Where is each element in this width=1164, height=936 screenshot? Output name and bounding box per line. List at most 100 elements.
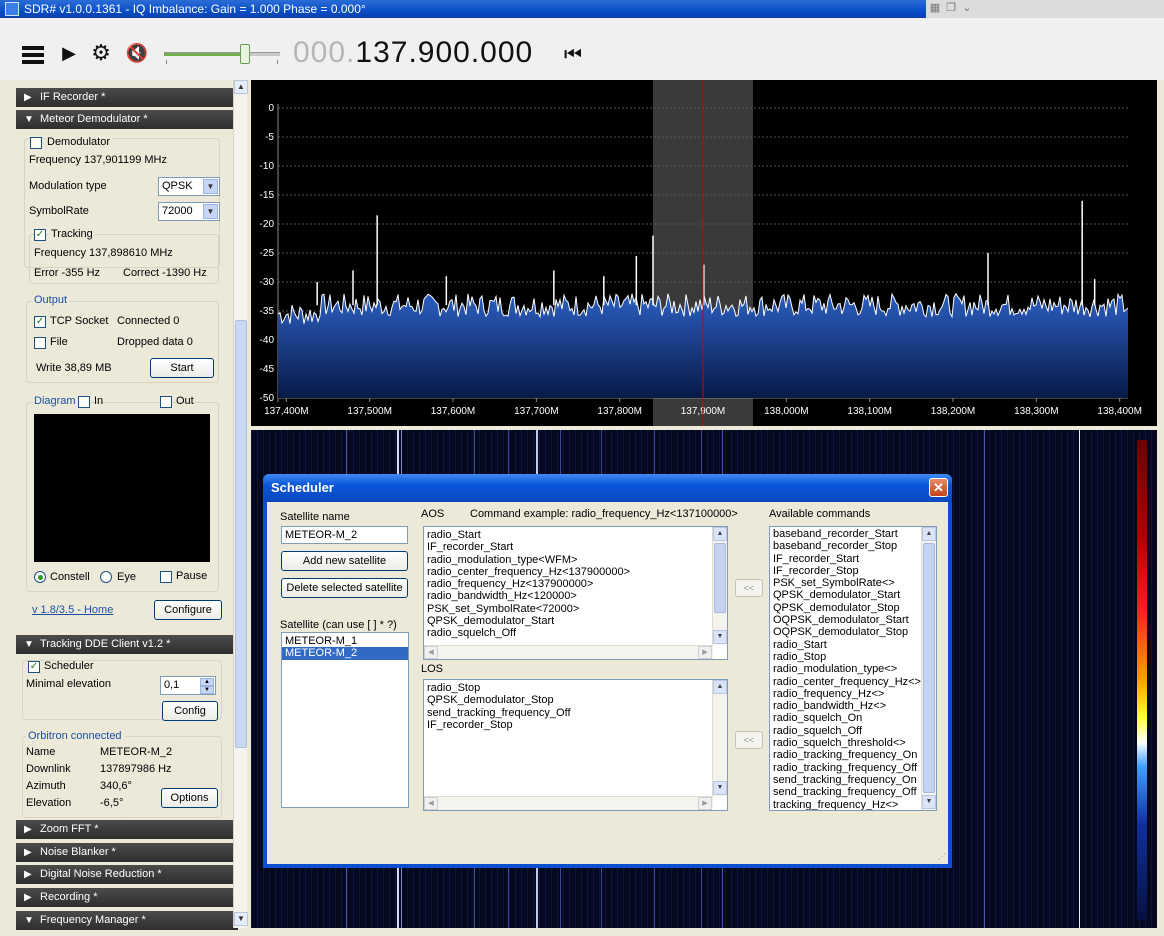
chevron-up-icon[interactable]: ▲ — [713, 680, 727, 694]
available-command-item[interactable]: send_tracking_frequency_Off — [770, 786, 936, 798]
available-command-item[interactable]: radio_bandwidth_Hz<> — [770, 700, 936, 712]
available-command-item[interactable]: OQPSK_demodulator_Stop — [770, 626, 936, 638]
section-recording[interactable]: ▶ Recording * — [16, 888, 238, 907]
chevron-up-icon[interactable]: ▲ — [200, 678, 214, 686]
los-command-item[interactable]: IF_recorder_Stop — [424, 719, 727, 731]
available-command-item[interactable]: radio_squelch_Off — [770, 725, 936, 737]
los-commands-list[interactable]: radio_Stop QPSK_demodulator_Stop send_trac… — [423, 679, 728, 811]
available-command-item[interactable]: radio_squelch_On — [770, 712, 936, 724]
mute-icon[interactable]: 🔇 — [124, 40, 150, 66]
modulation-type-select[interactable]: QPSK ▼ — [158, 177, 220, 196]
play-icon[interactable]: ▶ — [56, 40, 82, 66]
chevron-right-icon[interactable]: ▶ — [698, 797, 712, 810]
chevron-up-icon[interactable]: ▲ — [234, 80, 248, 94]
scrollbar-thumb[interactable] — [235, 320, 247, 748]
chevron-down-icon[interactable]: ▼ — [200, 686, 214, 694]
available-command-item[interactable]: PSK_set_SymbolRate<> — [770, 577, 936, 589]
los-command-item[interactable]: QPSK_demodulator_Stop — [424, 694, 727, 706]
add-to-aos-button[interactable]: << — [735, 579, 763, 597]
start-button[interactable]: Start — [150, 358, 214, 378]
chevron-left-icon[interactable]: ◀ — [424, 797, 438, 810]
available-command-item[interactable]: radio_tracking_frequency_On — [770, 749, 936, 761]
available-command-item[interactable]: QPSK_demodulator_Stop — [770, 602, 936, 614]
version-link[interactable]: v 1.8/3.5 - Home — [32, 604, 113, 616]
left-panel-scrollbar[interactable]: ▲ ▼ — [233, 80, 248, 928]
volume-slider-thumb[interactable] — [240, 44, 250, 64]
available-command-item[interactable]: radio_frequency_Hz<> — [770, 688, 936, 700]
section-frequency-manager[interactable]: ▼ Frequency Manager * — [16, 911, 238, 930]
constell-radio[interactable] — [34, 571, 46, 583]
aos-command-item[interactable]: radio_Start — [424, 529, 727, 541]
aos-hscroll[interactable]: ◀ ▶ — [424, 645, 713, 659]
section-zoom-fft[interactable]: ▶ Zoom FFT * — [16, 820, 238, 839]
available-command-item[interactable]: radio_squelch_threshold<> — [770, 737, 936, 749]
aos-command-item[interactable]: IF_recorder_Start — [424, 541, 727, 553]
add-satellite-button[interactable]: Add new satellite — [281, 551, 408, 571]
aos-command-item[interactable]: QPSK_demodulator_Start — [424, 615, 727, 627]
satellite-item[interactable]: METEOR-M_2 — [282, 647, 408, 660]
chevron-down-icon[interactable]: ▼ — [203, 204, 218, 219]
delete-satellite-button[interactable]: Delete selected satellite — [281, 578, 408, 598]
chevron-up-icon[interactable]: ▲ — [922, 527, 936, 541]
skip-icon[interactable]: ⏮ — [564, 44, 582, 67]
available-command-item[interactable]: baseband_recorder_Stop — [770, 540, 936, 552]
out-checkbox[interactable] — [160, 396, 172, 408]
available-command-item[interactable]: radio_Stop — [770, 651, 936, 663]
chevron-down-icon[interactable]: ⌄ — [960, 1, 974, 15]
section-meteor-demodulator[interactable]: ▼ Meteor Demodulator * — [16, 110, 238, 129]
available-command-item[interactable]: IF_recorder_Start — [770, 553, 936, 565]
chevron-down-icon[interactable]: ▼ — [713, 630, 727, 644]
chevron-down-icon[interactable]: ▼ — [713, 781, 727, 795]
aos-command-item[interactable]: PSK_set_SymbolRate<72000> — [424, 603, 727, 615]
gear-icon[interactable]: ⚙ — [88, 40, 114, 66]
minimal-elevation-input[interactable]: 0,1 ▲ ▼ — [160, 676, 216, 695]
los-vscroll[interactable]: ▲ ▼ — [712, 680, 727, 796]
chevron-down-icon[interactable]: ▼ — [203, 179, 218, 194]
available-command-item[interactable]: radio_modulation_type<> — [770, 663, 936, 675]
scheduler-checkbox[interactable]: ✓ — [28, 661, 40, 673]
available-command-item[interactable]: OQPSK_demodulator_Start — [770, 614, 936, 626]
los-command-item[interactable]: radio_Stop — [424, 682, 727, 694]
restore-icon[interactable]: ❐ — [944, 1, 958, 15]
frequency-display[interactable]: 000.137.900.000 — [293, 36, 533, 70]
aos-command-item[interactable]: radio_modulation_type<WFM> — [424, 554, 727, 566]
chevron-right-icon[interactable]: ▶ — [698, 646, 712, 659]
available-command-item[interactable]: radio_tracking_frequency_Off — [770, 762, 936, 774]
los-command-item[interactable]: send_tracking_frequency_Off — [424, 707, 727, 719]
available-commands-list[interactable]: baseband_recorder_Start baseband_recorder… — [769, 526, 937, 811]
file-checkbox[interactable] — [34, 337, 46, 349]
satellite-item[interactable]: METEOR-M_1 — [282, 635, 408, 647]
section-digital-noise-reduction[interactable]: ▶ Digital Noise Reduction * — [16, 865, 238, 884]
menu-icon[interactable] — [22, 46, 44, 64]
los-hscroll[interactable]: ◀ ▶ — [424, 796, 713, 810]
available-command-item[interactable]: radio_center_frequency_Hz<> — [770, 676, 936, 688]
add-to-los-button[interactable]: << — [735, 731, 763, 749]
aos-commands-list[interactable]: radio_Start IF_recorder_Start radio_modula… — [423, 526, 728, 660]
section-if-recorder[interactable]: ▶ IF Recorder * — [16, 88, 238, 107]
available-command-item[interactable]: send_tracking_frequency_On — [770, 774, 936, 786]
spectrum-analyzer[interactable]: 0 -5 -10 -15 -20 -25 -30 -35 -40 -45 -50 137,400M 13… — [251, 80, 1157, 426]
available-command-item[interactable]: tracking_frequency_Hz<> — [770, 799, 936, 810]
satellite-name-input[interactable]: METEOR-M_2 — [281, 526, 408, 544]
section-noise-blanker[interactable]: ▶ Noise Blanker * — [16, 843, 238, 862]
available-command-item[interactable]: IF_recorder_Stop — [770, 565, 936, 577]
tracking-checkbox[interactable]: ✓ — [34, 229, 46, 241]
eye-radio[interactable] — [100, 571, 112, 583]
section-tracking-dde[interactable]: ▼ Tracking DDE Client v1.2 * — [16, 635, 238, 654]
scrollbar-thumb[interactable] — [923, 543, 935, 793]
scrollbar-thumb[interactable] — [714, 543, 726, 613]
chevron-down-icon[interactable]: ▼ — [234, 912, 248, 926]
symbolrate-select[interactable]: 72000 ▼ — [158, 202, 220, 221]
grid-icon[interactable]: ▦ — [928, 1, 942, 15]
satellite-list[interactable]: METEOR-M_1 METEOR-M_2 — [281, 632, 409, 808]
available-command-item[interactable]: QPSK_demodulator_Start — [770, 589, 936, 601]
chevron-down-icon[interactable]: ▼ — [922, 795, 936, 809]
aos-command-item[interactable]: radio_squelch_Off — [424, 627, 727, 639]
resize-grip-icon[interactable]: ⋰ — [938, 852, 946, 861]
config-button[interactable]: Config — [162, 701, 218, 721]
available-vscroll[interactable]: ▲ ▼ — [921, 527, 936, 810]
close-icon[interactable]: ✕ — [929, 478, 948, 497]
chevron-left-icon[interactable]: ◀ — [424, 646, 438, 659]
configure-button[interactable]: Configure — [154, 600, 222, 620]
aos-command-item[interactable]: radio_center_frequency_Hz<137900000> — [424, 566, 727, 578]
